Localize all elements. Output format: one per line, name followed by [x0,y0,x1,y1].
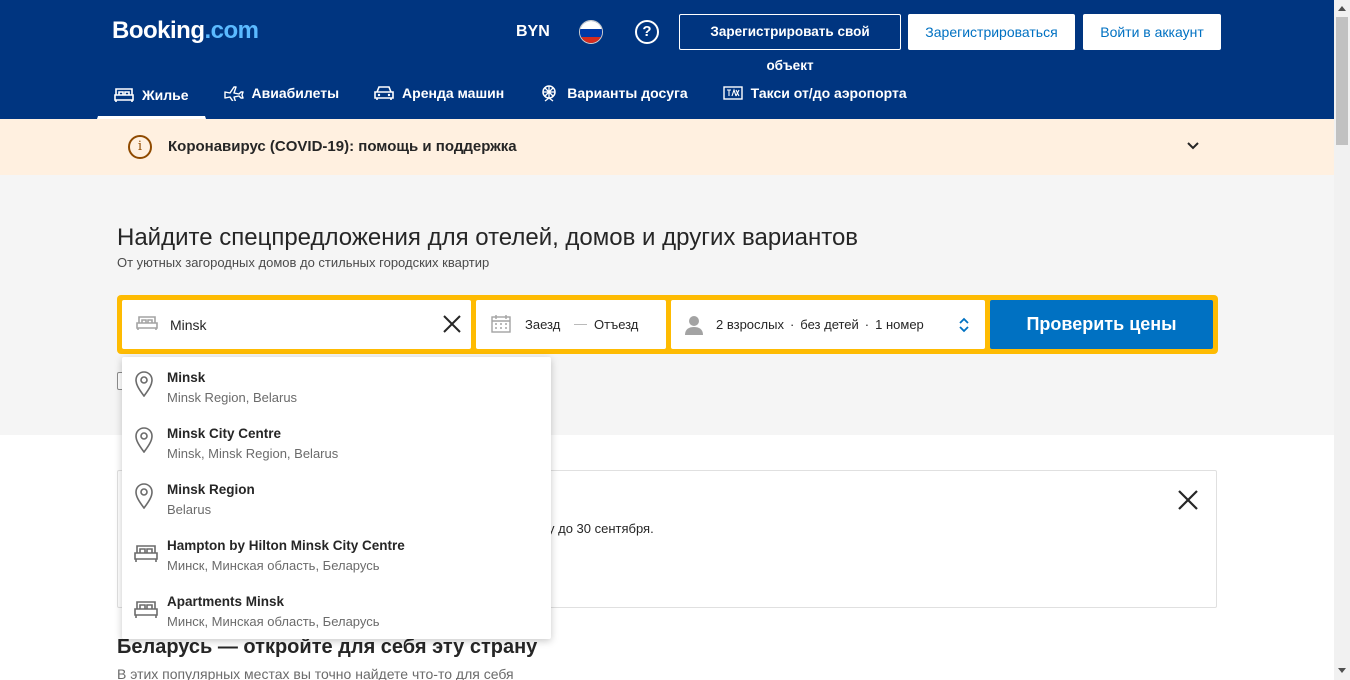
check-prices-button[interactable]: Проверить цены [990,300,1213,349]
login-button[interactable]: Войти в аккаунт [1083,14,1221,50]
nav-tab-label: Такси от/до аэропорта [750,85,907,101]
attractions-icon [542,85,556,102]
list-property-button[interactable]: Зарегистрировать свой объект [679,14,901,73]
autocomplete-item[interactable]: Minsk Minsk Region, Belarus [122,357,551,413]
nav-tab-flights[interactable]: Авиабилеты [207,70,357,116]
page-subtitle: От уютных загородных домов до стильных г… [117,255,490,270]
page-title: Найдите спецпредложения для отелей, домо… [117,224,859,251]
bed-icon [114,88,134,102]
scroll-down-arrow-icon[interactable] [1338,668,1346,673]
section-subtitle: В этих популярных местах вы точно найдет… [117,666,514,680]
person-icon [685,316,703,335]
info-icon: i [128,135,152,159]
search-bar: Заезд — Отъезд 2 взрослых·без детей·1 но… [117,295,1218,354]
close-icon[interactable] [1176,488,1200,512]
nav-tab-stays[interactable]: Жилье [97,70,206,119]
covid-banner[interactable]: i Коронавирус (COVID-19): помощь и подде… [0,119,1334,175]
autocomplete-item-location: Belarus [167,502,212,517]
language-flag-icon[interactable] [579,20,603,44]
info-notice-text: у до 30 сентября. [548,521,654,536]
dates-field[interactable]: Заезд — Отъезд [476,300,666,349]
guests-summary: 2 взрослых · без детей · 1 номер [716,317,924,332]
nav-tab-car-rental[interactable]: Аренда машин [357,70,521,116]
currency-selector[interactable]: BYN [516,23,550,41]
top-header: Booking.com BYN ? Зарегистрировать свой … [0,0,1334,119]
nav-tab-label: Авиабилеты [251,85,340,101]
plane-icon [223,86,244,101]
map-pin-icon [135,427,153,453]
destination-input[interactable] [170,314,430,336]
autocomplete-item[interactable]: Minsk Region Belarus [122,469,551,525]
scroll-up-arrow-icon[interactable] [1338,6,1346,11]
destination-field[interactable] [122,300,471,349]
nav-tab-attractions[interactable]: Варианты досуга [522,70,704,116]
taxi-icon [722,86,743,100]
autocomplete-item-name: Minsk Region [167,482,255,497]
autocomplete-item-name: Hampton by Hilton Minsk City Centre [167,538,405,553]
autocomplete-item-location: Minsk, Minsk Region, Belarus [167,446,339,461]
autocomplete-item[interactable]: Hampton by Hilton Minsk City Centre Минс… [122,525,551,581]
scroll-thumb[interactable] [1336,17,1348,145]
map-pin-icon [135,371,153,397]
autocomplete-item[interactable]: Apartments Minsk Минск, Минская область,… [122,581,551,637]
section-title: Беларусь — откройте для себя эту страну [117,636,538,658]
help-icon[interactable]: ? [635,20,659,44]
autocomplete-item-location: Минск, Минская область, Беларусь [167,558,380,573]
car-icon [374,86,394,100]
bed-icon [134,601,158,618]
autocomplete-item-name: Minsk [167,370,206,385]
page-scrollbar[interactable] [1334,0,1350,680]
nav-tab-label: Жилье [142,87,189,103]
map-pin-icon [135,483,153,509]
nav-tab-label: Варианты досуга [567,85,688,101]
checkin-label: Заезд [525,317,561,332]
chevron-updown-icon [959,317,969,333]
bed-icon [134,545,158,562]
autocomplete-item-location: Minsk Region, Belarus [167,390,298,405]
autocomplete-item-location: Минск, Минская область, Беларусь [167,614,380,629]
main-nav: Жилье Авиабилеты Аренда машин Варианты д… [97,70,925,119]
autocomplete-item[interactable]: Minsk City Centre Minsk, Minsk Region, B… [122,413,551,469]
autocomplete-item-name: Minsk City Centre [167,426,282,441]
date-separator: — [574,316,587,331]
covid-banner-text: Коронавирус (COVID-19): помощь и поддерж… [168,138,517,155]
bed-icon [136,316,158,330]
destination-autocomplete: Minsk Minsk Region, Belarus Minsk City C… [122,357,551,639]
nav-tab-label: Аренда машин [402,85,505,101]
calendar-icon [491,315,511,333]
chevron-down-icon[interactable] [1186,139,1200,153]
close-icon[interactable] [442,314,462,334]
booking-logo[interactable]: Booking.com [112,17,259,45]
register-button[interactable]: Зарегистрироваться [908,14,1075,50]
nav-tab-airport-taxi[interactable]: Такси от/до аэропорта [706,70,924,116]
checkout-label: Отъезд [594,317,639,332]
guests-field[interactable]: 2 взрослых · без детей · 1 номер [671,300,985,349]
autocomplete-item-name: Apartments Minsk [167,594,285,609]
